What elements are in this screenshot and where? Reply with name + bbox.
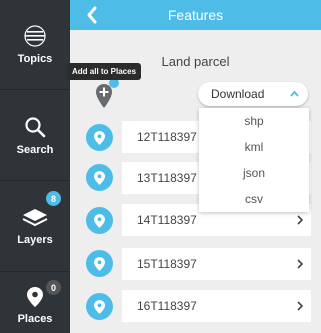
chevron-right-icon xyxy=(297,215,303,225)
layers-count-badge: 8 xyxy=(46,191,61,206)
search-icon xyxy=(25,116,46,137)
pin-icon xyxy=(94,256,105,271)
pin-marker[interactable] xyxy=(86,293,113,320)
download-option-shp[interactable]: shp xyxy=(199,114,309,128)
chevron-right-icon xyxy=(297,301,303,311)
sidebar-item-places[interactable]: Places 0 xyxy=(0,273,70,333)
pin-icon xyxy=(27,287,43,307)
sidebar-item-topics[interactable]: Topics xyxy=(0,0,70,90)
pin-marker[interactable] xyxy=(86,124,113,151)
layers-icon xyxy=(22,208,48,226)
pin-marker[interactable] xyxy=(86,164,113,191)
sidebar-item-label: Layers xyxy=(17,233,53,246)
places-count-badge: 0 xyxy=(46,280,61,295)
page-title: Features xyxy=(167,7,224,23)
download-button[interactable]: Download xyxy=(198,82,308,106)
list-item-label: 14T118397 xyxy=(137,213,197,227)
sidebar-item-label: Places xyxy=(17,313,53,325)
sidebar-item-search[interactable]: Search xyxy=(0,91,70,181)
pin-icon xyxy=(94,213,105,228)
features-panel: Land parcel Add all to Places Download 1… xyxy=(67,30,321,333)
pin-icon xyxy=(94,170,105,185)
add-all-tooltip: Add all to Places xyxy=(67,63,142,80)
download-label: Download xyxy=(211,87,265,101)
list-item-label: 15T118397 xyxy=(137,257,197,271)
pin-icon xyxy=(94,299,105,314)
pin-icon xyxy=(94,130,105,145)
list-item-label: 12T118397 xyxy=(137,130,197,144)
sidebar-item-label: Topics xyxy=(17,52,53,65)
list-item-label: 13T118397 xyxy=(137,171,197,185)
sidebar-item-layers[interactable]: Layers 8 xyxy=(0,182,70,272)
pin-marker[interactable] xyxy=(86,207,113,234)
download-option-kml[interactable]: kml xyxy=(199,140,309,154)
topics-icon xyxy=(24,24,46,47)
chevron-up-icon xyxy=(290,90,299,97)
header: Features xyxy=(70,0,321,30)
pin-marker[interactable] xyxy=(86,250,113,277)
sidebar-item-label: Search xyxy=(16,143,54,156)
download-option-csv[interactable]: csv xyxy=(199,192,309,206)
download-menu: shp kml json csv xyxy=(199,108,309,212)
sidebar: Topics Search Layers 8 Places 0 xyxy=(0,0,70,333)
chevron-right-icon xyxy=(297,259,303,269)
list-item-label: 16T118397 xyxy=(137,299,197,313)
download-option-json[interactable]: json xyxy=(199,166,309,180)
list-item[interactable]: 15T118397 xyxy=(122,248,311,280)
list-item[interactable]: 16T118397 xyxy=(122,290,311,322)
chevron-left-icon[interactable] xyxy=(84,5,100,25)
